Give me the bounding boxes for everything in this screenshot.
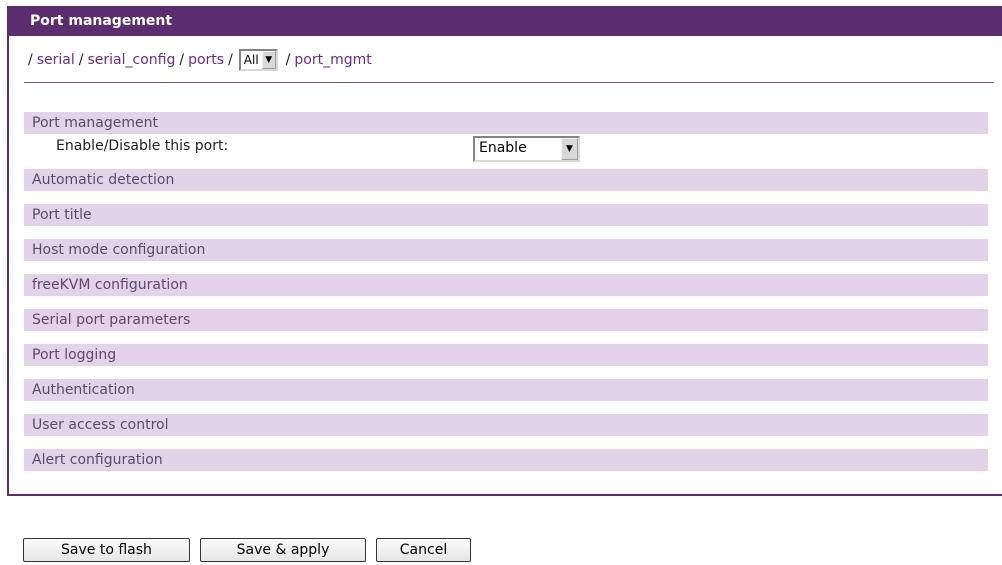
action-buttons: Save to flash Save & apply Cancel: [23, 538, 481, 562]
breadcrumb-serial-config-link[interactable]: serial_config: [87, 52, 175, 68]
section-freekvm-configuration[interactable]: freeKVM configuration: [24, 274, 988, 296]
cancel-button[interactable]: Cancel: [376, 538, 471, 562]
section-automatic-detection[interactable]: Automatic detection: [24, 169, 988, 191]
breadcrumb: / serial / serial_config / ports / All ▼…: [24, 48, 372, 72]
breadcrumb-separator: /: [179, 52, 185, 68]
section-serial-port-parameters[interactable]: Serial port parameters: [24, 309, 988, 331]
enable-port-select[interactable]: Enable ▼: [473, 136, 580, 162]
save-and-apply-button[interactable]: Save & apply: [200, 538, 366, 562]
enable-port-row: Enable/Disable this port: Enable ▼: [24, 134, 988, 164]
breadcrumb-separator: /: [28, 52, 33, 68]
section-alert-configuration[interactable]: Alert configuration: [24, 449, 988, 471]
breadcrumb-separator: /: [228, 52, 233, 68]
divider: [24, 82, 994, 83]
port-select-value: All: [243, 53, 259, 67]
enable-port-dropdown-button[interactable]: ▼: [561, 138, 578, 160]
chevron-down-icon: ▼: [566, 143, 573, 154]
breadcrumb-separator: /: [285, 52, 291, 68]
enable-port-select-value: Enable: [479, 140, 527, 156]
breadcrumb-ports-link[interactable]: ports: [188, 52, 224, 68]
section-port-title[interactable]: Port title: [24, 204, 988, 226]
enable-port-label: Enable/Disable this port:: [56, 138, 229, 154]
chevron-down-icon: ▼: [265, 54, 273, 65]
section-list: Port management Enable/Disable this port…: [24, 112, 988, 484]
section-user-access-control[interactable]: User access control: [24, 414, 988, 436]
section-port-logging[interactable]: Port logging: [24, 344, 988, 366]
section-port-management[interactable]: Port management: [24, 112, 988, 134]
section-host-mode-configuration[interactable]: Host mode configuration: [24, 239, 988, 261]
port-select-dropdown-button[interactable]: ▼: [261, 51, 276, 69]
save-to-flash-button[interactable]: Save to flash: [23, 538, 190, 562]
panel-title: Port management: [9, 6, 1002, 36]
breadcrumb-port-mgmt-link[interactable]: port_mgmt: [294, 52, 371, 68]
breadcrumb-serial-link[interactable]: serial: [37, 52, 75, 68]
port-select[interactable]: All ▼: [238, 49, 278, 71]
breadcrumb-separator: /: [78, 52, 84, 68]
section-authentication[interactable]: Authentication: [24, 379, 988, 401]
